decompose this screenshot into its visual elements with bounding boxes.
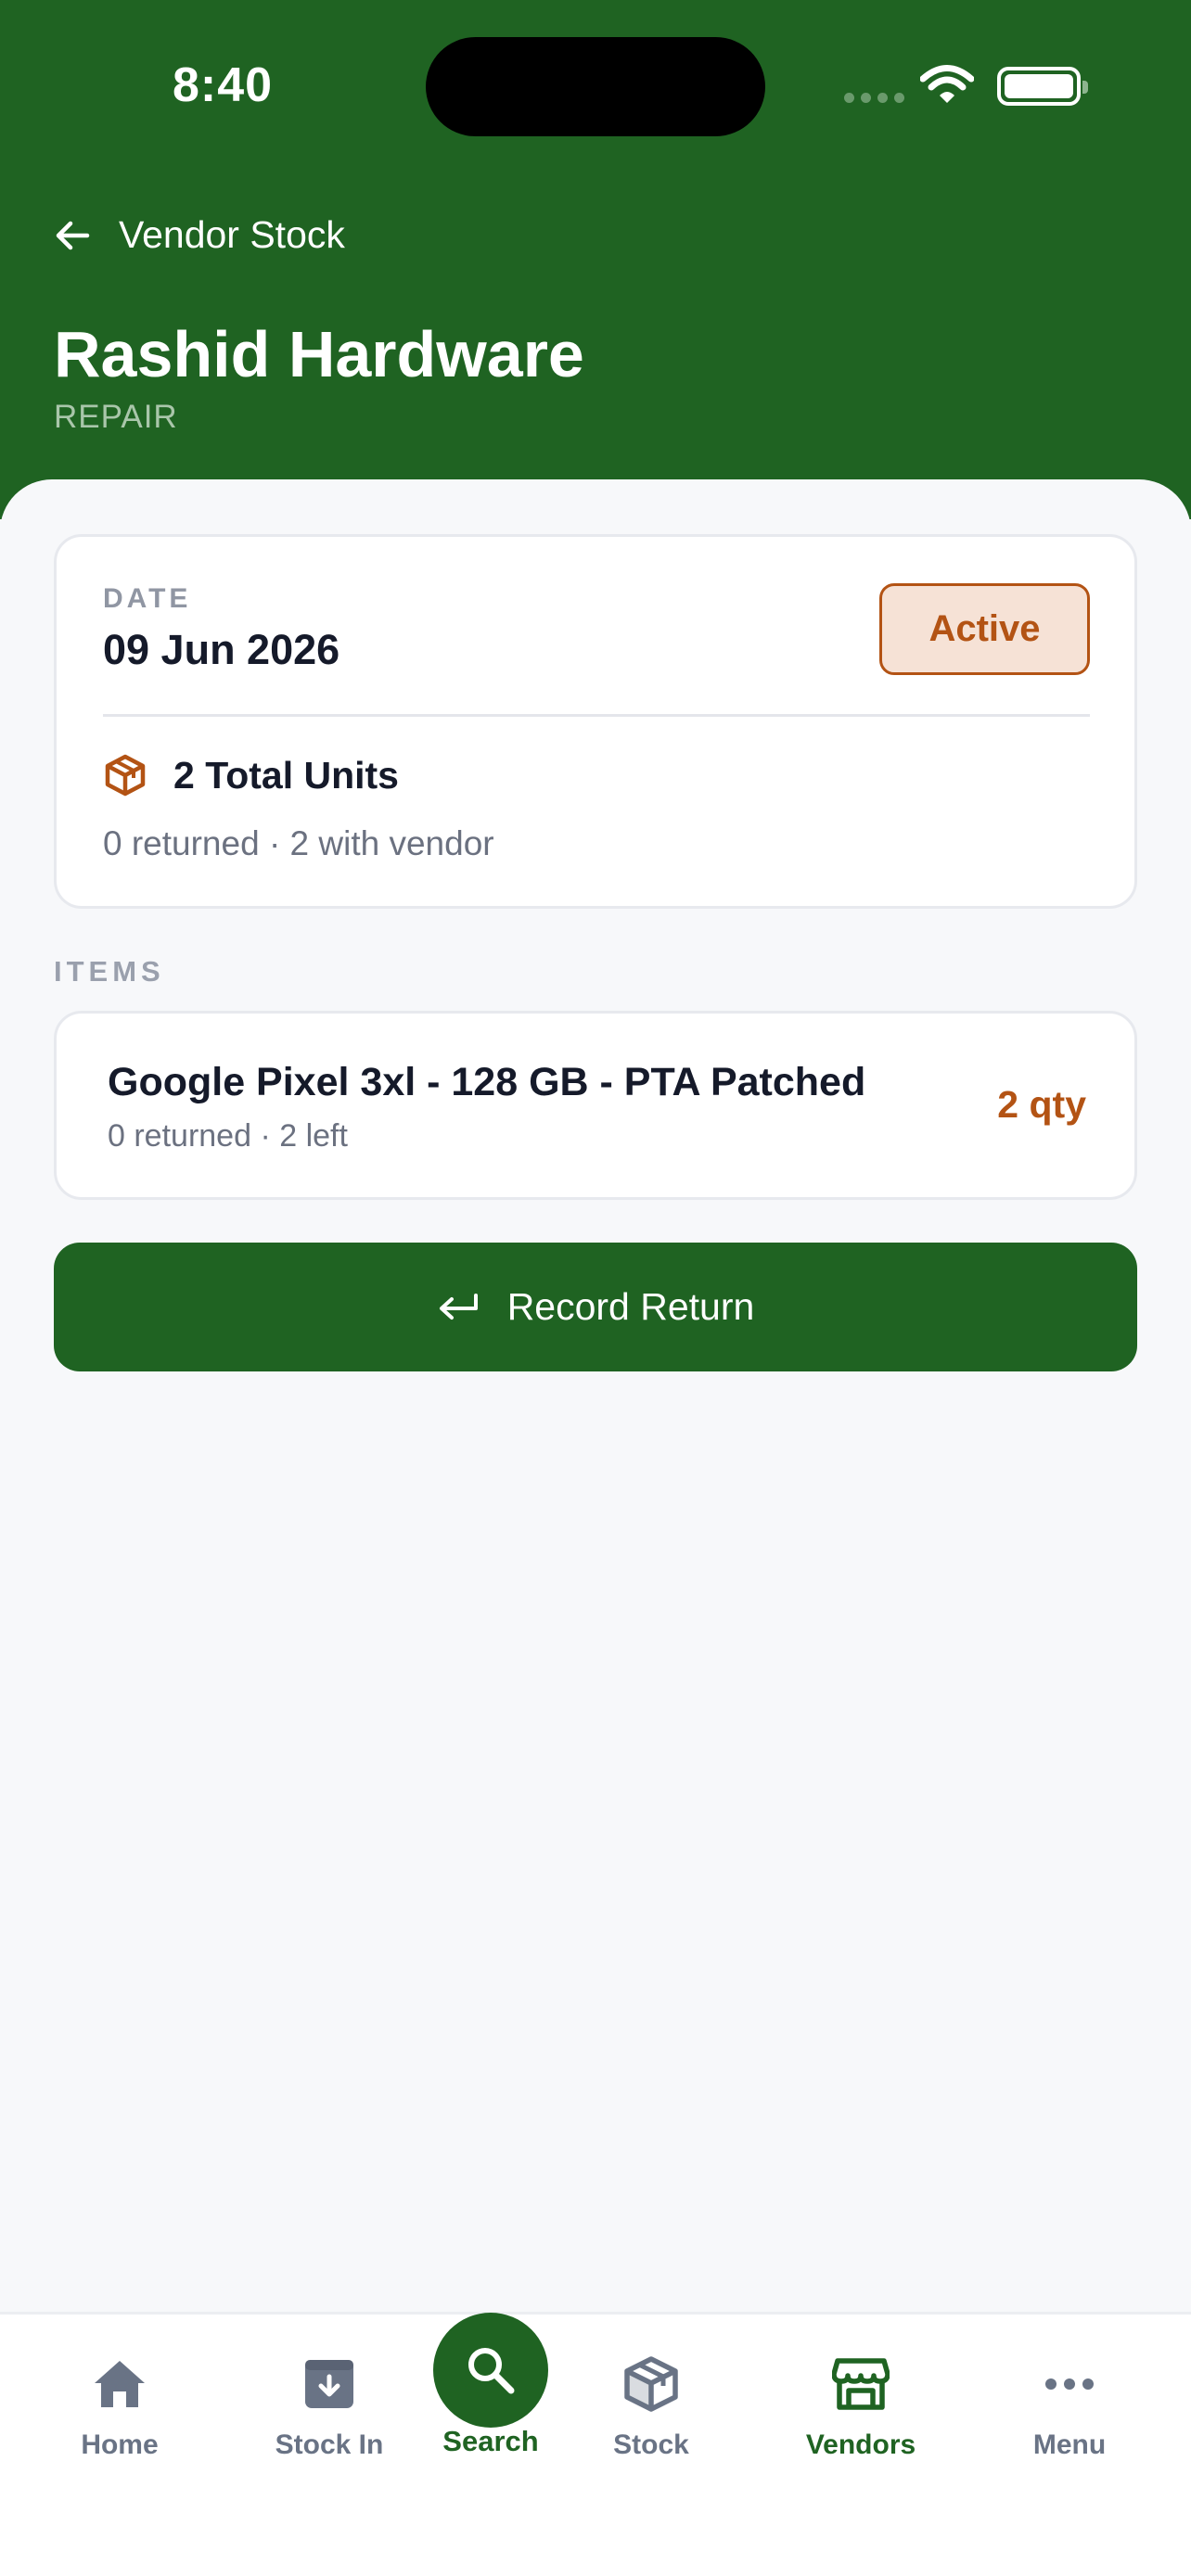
inbox-download-icon bbox=[305, 2360, 353, 2408]
nav-stock[interactable]: Stock bbox=[568, 2352, 735, 2461]
dynamic-island bbox=[426, 37, 765, 136]
status-time: 8:40 bbox=[173, 58, 274, 112]
vendor-type: REPAIR bbox=[54, 399, 178, 435]
divider bbox=[103, 714, 1090, 717]
nav-stock-in-label: Stock In bbox=[275, 2429, 384, 2460]
bottom-nav: Home Stock In Stock Vendors Menu bbox=[0, 2312, 1191, 2576]
cellular-signal-icon bbox=[844, 93, 904, 103]
search-button[interactable] bbox=[433, 2313, 548, 2428]
nav-search-label: Search bbox=[442, 2425, 539, 2457]
nav-home[interactable]: Home bbox=[36, 2352, 203, 2461]
search-icon bbox=[468, 2348, 515, 2394]
battery-icon bbox=[997, 67, 1088, 106]
record-return-label: Record Return bbox=[506, 1285, 755, 1328]
package-icon bbox=[105, 754, 146, 797]
back-label: Vendor Stock bbox=[119, 213, 345, 256]
list-item[interactable]: Google Pixel 3xl - 128 GB - PTA Patched … bbox=[54, 1011, 1137, 1200]
nav-menu[interactable]: Menu bbox=[986, 2352, 1153, 2461]
nav-vendors-label: Vendors bbox=[805, 2429, 916, 2460]
nav-stock-in[interactable]: Stock In bbox=[246, 2352, 413, 2461]
total-units: 2 Total Units bbox=[173, 753, 399, 797]
return-arrow-icon bbox=[439, 1293, 478, 1320]
date-value: 09 Jun 2026 bbox=[103, 626, 340, 673]
home-icon bbox=[95, 2361, 145, 2407]
vendor-name: Rashid Hardware bbox=[54, 318, 584, 390]
nav-menu-label: Menu bbox=[1032, 2429, 1107, 2460]
store-icon bbox=[832, 2358, 890, 2410]
nav-stock-label: Stock bbox=[613, 2429, 689, 2460]
date-label: DATE bbox=[103, 583, 192, 614]
package-icon bbox=[624, 2356, 678, 2412]
items-section-label: ITEMS bbox=[54, 955, 165, 988]
item-name: Google Pixel 3xl - 128 GB - PTA Patched bbox=[108, 1060, 866, 1104]
units-detail: 0 returned · 2 with vendor bbox=[103, 824, 494, 862]
back-button[interactable]: Vendor Stock bbox=[54, 213, 345, 257]
status-badge: Active bbox=[879, 583, 1090, 675]
total-units-row: 2 Total Units bbox=[103, 753, 399, 797]
nav-vendors[interactable]: Vendors bbox=[777, 2352, 944, 2461]
wifi-icon bbox=[920, 65, 974, 103]
item-detail: 0 returned · 2 left bbox=[108, 1118, 348, 1154]
arrow-left-icon bbox=[56, 221, 90, 249]
item-qty: 2 qty bbox=[997, 1083, 1086, 1126]
more-dots-icon bbox=[1045, 2378, 1094, 2390]
nav-home-label: Home bbox=[81, 2429, 159, 2460]
summary-card: DATE 09 Jun 2026 Active 2 Total Units 0 … bbox=[54, 534, 1137, 909]
record-return-button[interactable]: Record Return bbox=[54, 1243, 1137, 1371]
